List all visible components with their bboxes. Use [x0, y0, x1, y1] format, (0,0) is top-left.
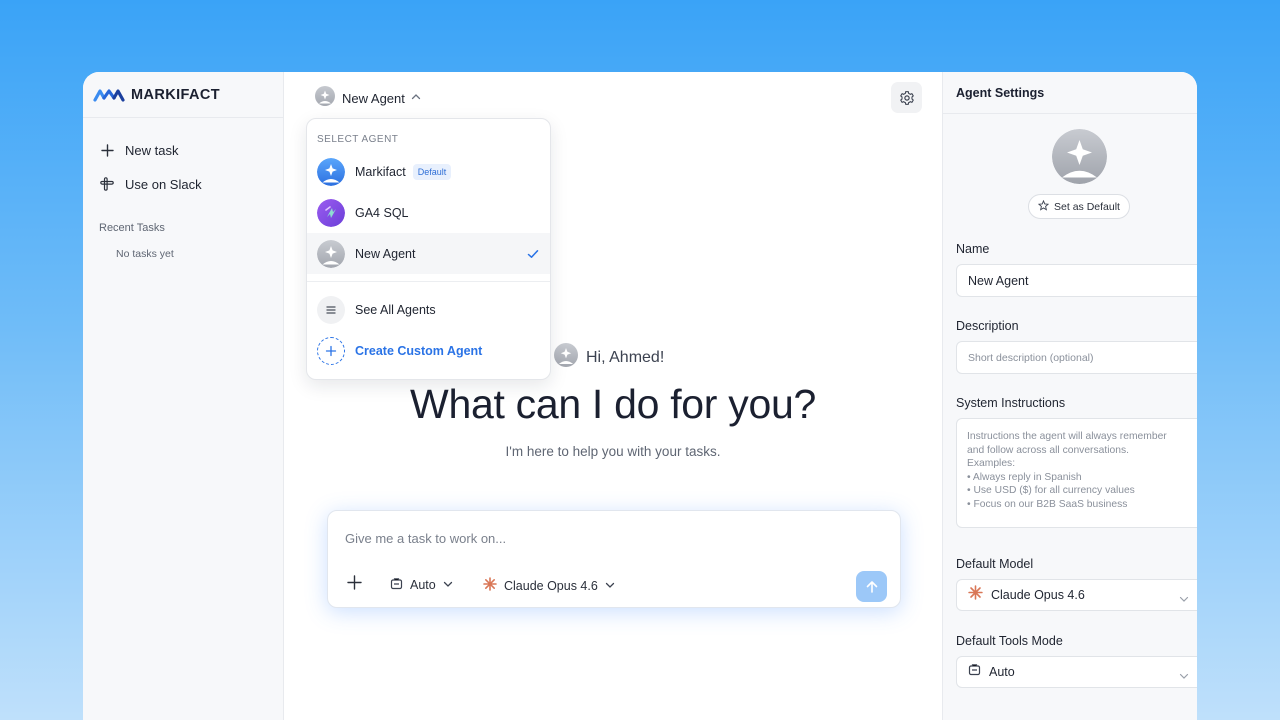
model-label: Claude Opus 4.6	[504, 578, 598, 593]
model-dropdown[interactable]: Claude Opus 4.6	[483, 577, 615, 594]
settings-button[interactable]	[891, 82, 922, 113]
chevron-down-icon	[443, 578, 453, 592]
system-instructions-label: System Instructions	[956, 396, 1066, 410]
plus-icon	[100, 143, 114, 157]
main-area: New Agent SELECT AGENT Markifact Default…	[284, 72, 942, 720]
greeting-text: Hi, Ahmed!	[586, 348, 665, 366]
dropdown-divider	[307, 281, 550, 282]
agent-option-markifact[interactable]: Markifact Default	[307, 151, 550, 192]
brand-logo[interactable]: MARKIFACT	[83, 72, 283, 118]
task-input[interactable]: Give me a task to work on...	[345, 531, 506, 546]
page-subtitle: I'm here to help you with your tasks.	[505, 444, 721, 459]
default-badge: Default	[412, 163, 452, 180]
agent-selector[interactable]: New Agent	[315, 85, 421, 111]
tools-mode-dropdown[interactable]: Auto	[390, 577, 453, 593]
brand-name: MARKIFACT	[131, 86, 220, 103]
chevron-down-icon	[1179, 668, 1189, 686]
agent-option-label: GA4 SQL	[355, 205, 409, 220]
default-tools-mode-select[interactable]: Auto	[956, 656, 1197, 688]
sidebar: MARKIFACT New task Use on Slack Recent T…	[83, 72, 284, 720]
agent-option-ga4-sql[interactable]: GA4 SQL	[307, 192, 550, 233]
sidebar-item-new-task[interactable]: New task	[83, 133, 283, 167]
agent-avatar-large-icon[interactable]	[1052, 129, 1107, 184]
greeting: Hi, Ahmed!	[554, 343, 664, 372]
page-title: What can I do for you?	[410, 381, 816, 427]
chevron-up-icon	[411, 89, 421, 107]
attach-plus-button[interactable]	[347, 575, 362, 595]
name-label: Name	[956, 242, 990, 256]
slack-icon	[100, 177, 114, 191]
sidebar-item-label: Use on Slack	[125, 176, 202, 192]
agent-selector-label: New Agent	[342, 90, 405, 106]
add-circle-icon	[317, 336, 345, 365]
set-as-default-label: Set as Default	[1054, 200, 1120, 213]
sidebar-item-label: New task	[125, 142, 179, 158]
tools-icon	[390, 577, 403, 593]
sidebar-item-use-on-slack[interactable]: Use on Slack	[83, 167, 283, 201]
agent-option-label: Markifact	[355, 164, 406, 179]
markifact-logo-icon	[93, 88, 125, 102]
empty-tasks-text: No tasks yet	[116, 248, 174, 260]
star-icon	[1037, 199, 1050, 214]
agent-settings-panel: Agent Settings Set as Default Name New A…	[942, 72, 1197, 720]
ga4-agent-avatar-icon	[317, 198, 345, 227]
agent-dropdown-menu: SELECT AGENT Markifact Default GA4 SQL N…	[306, 118, 551, 380]
plus-icon	[347, 575, 362, 590]
task-composer: Give me a task to work on... Auto Claude…	[327, 510, 901, 608]
tools-mode-label: Auto	[410, 578, 436, 592]
agent-option-label: New Agent	[355, 246, 416, 261]
dropdown-heading: SELECT AGENT	[317, 134, 399, 145]
arrow-up-icon	[866, 580, 877, 593]
chevron-down-icon	[1179, 591, 1189, 609]
default-model-select[interactable]: Claude Opus 4.6	[956, 579, 1197, 611]
checkmark-icon	[527, 247, 539, 265]
description-label: Description	[956, 319, 1019, 333]
new-agent-avatar-icon	[317, 239, 345, 268]
system-instructions-field[interactable]: Instructions the agent will always remem…	[956, 418, 1197, 528]
claude-icon	[968, 585, 983, 605]
agent-avatar-icon	[315, 85, 335, 111]
default-model-value: Claude Opus 4.6	[991, 588, 1085, 602]
create-custom-agent-label: Create Custom Agent	[355, 343, 483, 358]
send-button[interactable]	[856, 571, 887, 602]
list-icon	[317, 295, 345, 324]
set-as-default-button[interactable]: Set as Default	[1028, 194, 1130, 219]
name-field[interactable]: New Agent	[956, 264, 1197, 297]
markifact-agent-avatar-icon	[317, 157, 345, 186]
see-all-agents-option[interactable]: See All Agents	[307, 289, 550, 330]
default-tools-mode-label: Default Tools Mode	[956, 634, 1063, 648]
claude-icon	[483, 577, 497, 594]
recent-tasks-heading: Recent Tasks	[99, 222, 165, 234]
chevron-down-icon	[605, 579, 615, 593]
agent-option-new-agent[interactable]: New Agent	[307, 233, 550, 274]
tools-icon	[968, 663, 981, 681]
default-tools-mode-value: Auto	[989, 665, 1015, 679]
description-field[interactable]: Short description (optional)	[956, 341, 1197, 374]
app-window: MARKIFACT New task Use on Slack Recent T…	[83, 72, 1197, 720]
gear-icon	[899, 90, 914, 105]
user-avatar-icon	[554, 343, 578, 372]
see-all-agents-label: See All Agents	[355, 302, 436, 317]
settings-panel-title: Agent Settings	[943, 72, 1197, 114]
create-custom-agent-option[interactable]: Create Custom Agent	[307, 330, 550, 371]
default-model-label: Default Model	[956, 557, 1034, 571]
